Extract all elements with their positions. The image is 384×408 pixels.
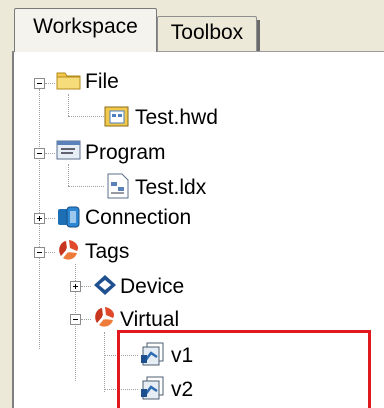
tree-line bbox=[68, 164, 69, 186]
ldx-file-icon bbox=[107, 173, 129, 199]
program-icon bbox=[56, 140, 81, 160]
tree-line bbox=[45, 153, 55, 154]
tree-line bbox=[104, 332, 105, 392]
tags-icon bbox=[59, 240, 79, 260]
folder-icon bbox=[56, 72, 81, 90]
tree-line bbox=[45, 252, 55, 253]
highlight-box bbox=[117, 330, 371, 408]
tree-line bbox=[81, 319, 91, 320]
tab-toolbox[interactable]: Toolbox bbox=[157, 16, 260, 52]
connection-icon bbox=[58, 206, 80, 228]
expand-toggle-connection[interactable] bbox=[34, 213, 45, 224]
collapse-toggle-virtual[interactable] bbox=[70, 314, 81, 325]
tree-label-file[interactable]: File bbox=[85, 70, 119, 94]
tree-label-virtual[interactable]: Virtual bbox=[120, 308, 179, 332]
tree-label-connection[interactable]: Connection bbox=[85, 206, 191, 230]
tab-workspace[interactable]: Workspace bbox=[14, 8, 157, 52]
tree-line bbox=[68, 116, 104, 117]
tree-label-test-hwd[interactable]: Test.hwd bbox=[135, 106, 218, 130]
tree-line bbox=[45, 218, 55, 219]
tree-label-tags[interactable]: Tags bbox=[85, 240, 129, 264]
tree-line bbox=[68, 94, 69, 116]
collapse-toggle-program[interactable] bbox=[34, 148, 45, 159]
hwd-file-icon bbox=[104, 106, 129, 127]
tree-line bbox=[45, 83, 55, 84]
tree-label-device[interactable]: Device bbox=[120, 275, 184, 299]
collapse-toggle-file[interactable] bbox=[34, 78, 45, 89]
expand-toggle-device[interactable] bbox=[70, 281, 81, 292]
tree-label-test-ldx[interactable]: Test.ldx bbox=[135, 176, 206, 200]
tree-line bbox=[68, 186, 104, 187]
tree-label-program[interactable]: Program bbox=[85, 141, 166, 165]
collapse-toggle-tags[interactable] bbox=[34, 247, 45, 258]
device-icon bbox=[94, 275, 116, 295]
virtual-tags-icon bbox=[95, 307, 115, 327]
tree-line bbox=[81, 286, 91, 287]
